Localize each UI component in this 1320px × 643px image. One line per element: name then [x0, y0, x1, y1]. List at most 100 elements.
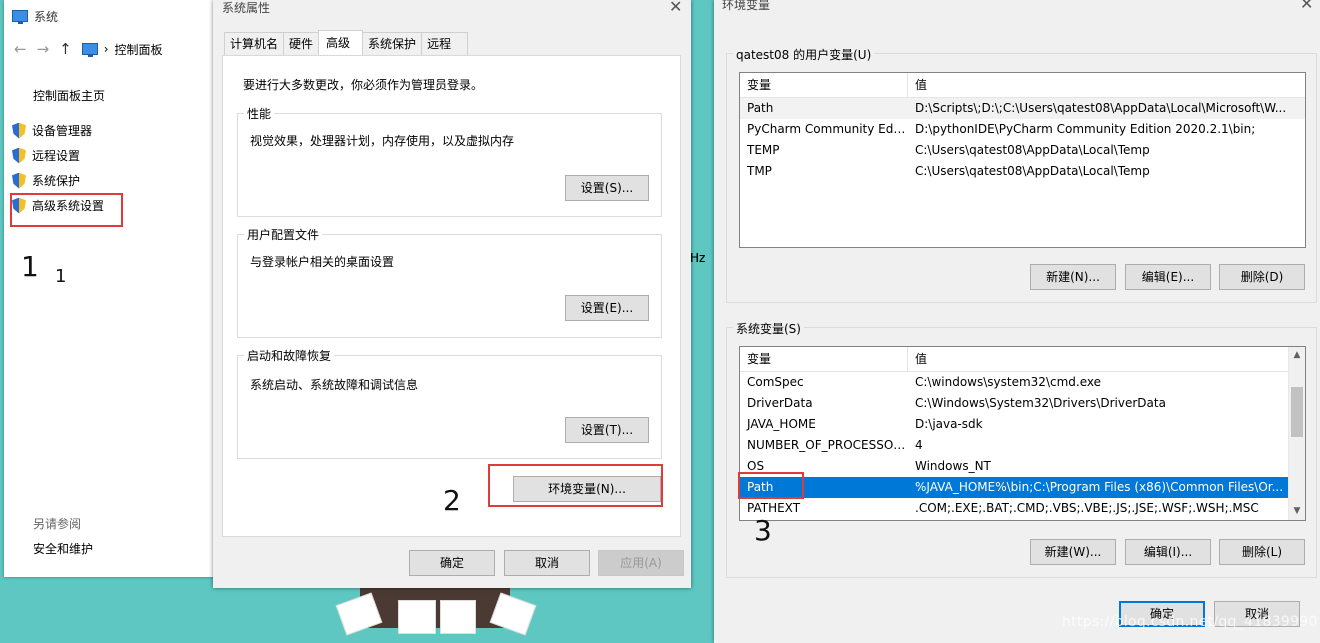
- user-variables-panel: qatest08 的用户变量(U) 变量 值 Path D:\Scripts\;D…: [726, 46, 1317, 303]
- sidebar-item-remote-settings[interactable]: 远程设置: [12, 143, 105, 168]
- desktop-figure-block: [398, 600, 436, 634]
- tab-hardware[interactable]: 硬件: [283, 32, 320, 55]
- table-row[interactable]: PATHEXT .COM;.EXE;.BAT;.CMD;.VBS;.VBE;.JS…: [740, 498, 1288, 519]
- column-header-variable[interactable]: 变量: [740, 73, 908, 97]
- table-row[interactable]: ComSpec C:\windows\system32\cmd.exe: [740, 372, 1288, 393]
- sidebar-item-label: 系统保护: [32, 174, 81, 188]
- sidebar-item-label: 远程设置: [32, 149, 81, 163]
- group-label: 性能: [244, 105, 275, 122]
- table-row[interactable]: PyCharm Community Editi... D:\pythonIDE\P…: [740, 119, 1305, 140]
- scroll-down-icon[interactable]: ▼: [1289, 503, 1305, 520]
- system-variable-rows: ComSpec C:\windows\system32\cmd.exe Driver…: [740, 372, 1288, 519]
- table-row[interactable]: Path D:\Scripts\;D:\;C:\Users\qatest08\Ap…: [740, 98, 1305, 119]
- variable-name: NUMBER_OF_PROCESSORS: [747, 438, 908, 452]
- control-panel-home-link[interactable]: 控制面板主页: [12, 84, 105, 106]
- user-variables-label: qatest08 的用户变量(U): [733, 46, 875, 63]
- clipped-text-hz: Hz: [690, 251, 706, 265]
- variable-name: TEMP: [747, 143, 780, 157]
- system-delete-button[interactable]: 删除(L): [1219, 539, 1305, 565]
- system-variables-label: 系统变量(S): [733, 320, 804, 337]
- annotation-step-3: 3: [754, 514, 772, 547]
- breadcrumb[interactable]: › 控制面板: [81, 41, 163, 58]
- variable-value: Windows_NT: [915, 459, 991, 473]
- variable-name: Path: [747, 101, 774, 115]
- admin-note: 要进行大多数更改，你必须作为管理员登录。: [243, 78, 484, 92]
- up-arrow-icon[interactable]: ↑: [59, 40, 72, 58]
- control-panel-home-label: 控制面板主页: [33, 88, 106, 103]
- close-icon[interactable]: ✕: [669, 0, 682, 16]
- group-startup-recovery: 启动和故障恢复 系统启动、系统故障和调试信息 设置(T)...: [237, 347, 662, 459]
- sidebar-item-label: 设备管理器: [32, 124, 93, 138]
- group-description: 系统启动、系统故障和调试信息: [250, 378, 419, 392]
- forward-arrow-icon[interactable]: →: [37, 40, 50, 58]
- sidebar-item-system-protection[interactable]: 系统保护: [12, 168, 105, 193]
- startup-settings-button[interactable]: 设置(T)...: [565, 417, 649, 443]
- system-window-title: 系统: [34, 9, 59, 24]
- table-row[interactable]: TMP C:\Users\qatest08\AppData\Local\Temp: [740, 161, 1305, 182]
- user-profile-settings-button[interactable]: 设置(E)...: [565, 295, 649, 321]
- group-user-profiles: 用户配置文件 与登录帐户相关的桌面设置 设置(E)...: [237, 226, 662, 338]
- system-edit-button[interactable]: 编辑(I)...: [1125, 539, 1211, 565]
- variable-name: TMP: [747, 164, 772, 178]
- vertical-scrollbar[interactable]: ▲ ▼: [1288, 347, 1305, 520]
- table-row[interactable]: Path %JAVA_HOME%\bin;C:\Program Files (x8…: [740, 477, 1288, 498]
- variable-name: ComSpec: [747, 375, 804, 389]
- sidebar-item-device-manager[interactable]: 设备管理器: [12, 118, 105, 143]
- user-delete-button[interactable]: 删除(D): [1219, 264, 1305, 290]
- tab-strip: 计算机名 硬件 高级 系统保护 远程: [224, 30, 469, 55]
- table-row[interactable]: JAVA_HOME D:\java-sdk: [740, 414, 1288, 435]
- system-new-button[interactable]: 新建(W)...: [1030, 539, 1116, 565]
- column-header-value[interactable]: 值: [908, 347, 927, 371]
- list-header: 变量 值: [740, 73, 1305, 98]
- watermark: https://blog.csdn.net/qq_41839990: [1062, 614, 1318, 630]
- variable-value: .COM;.EXE;.BAT;.CMD;.VBS;.VBE;.JS;.JSE;.…: [915, 501, 1259, 515]
- scrollbar-thumb[interactable]: [1291, 387, 1303, 437]
- apply-button[interactable]: 应用(A): [598, 550, 684, 576]
- cancel-button[interactable]: 取消: [504, 550, 590, 576]
- variable-name: PyCharm Community Editi...: [747, 122, 908, 136]
- environment-variables-dialog: 环境变量 ✕ qatest08 的用户变量(U) 变量 值 Path D:\Scr…: [714, 0, 1320, 643]
- annotation-box-advanced-settings: [10, 193, 123, 227]
- variable-value: C:\windows\system32\cmd.exe: [915, 375, 1101, 389]
- table-row[interactable]: DriverData C:\Windows\System32\Drivers\Dr…: [740, 393, 1288, 414]
- annotation-box-env-button: [488, 464, 663, 507]
- table-row[interactable]: NUMBER_OF_PROCESSORS 4: [740, 435, 1288, 456]
- close-icon[interactable]: ✕: [1300, 0, 1313, 13]
- group-label: 启动和故障恢复: [244, 347, 335, 364]
- back-arrow-icon[interactable]: ←: [14, 40, 27, 58]
- computer-icon: [81, 43, 98, 57]
- column-header-value[interactable]: 值: [908, 73, 927, 97]
- user-edit-button[interactable]: 编辑(E)...: [1125, 264, 1211, 290]
- annotation-box-path: [738, 472, 804, 499]
- nav-bar: ← → ↑ › 控制面板: [14, 38, 163, 60]
- tab-remote[interactable]: 远程: [421, 32, 469, 55]
- tab-system-protection[interactable]: 系统保护: [362, 32, 423, 55]
- uac-shield-icon: [12, 173, 26, 189]
- column-header-variable[interactable]: 变量: [740, 347, 908, 371]
- group-label: 用户配置文件: [244, 226, 323, 243]
- scroll-up-icon[interactable]: ▲: [1289, 347, 1305, 364]
- tab-computer-name[interactable]: 计算机名: [224, 32, 285, 55]
- system-window-titlebar: 系统: [12, 6, 58, 26]
- breadcrumb-control-panel[interactable]: 控制面板: [115, 41, 163, 58]
- variable-value: 4: [915, 438, 923, 452]
- list-header: 变量 值: [740, 347, 1288, 372]
- annotation-step-1-small: 1: [55, 266, 67, 287]
- variable-value: D:\pythonIDE\PyCharm Community Edition 2…: [915, 122, 1256, 136]
- user-new-button[interactable]: 新建(N)...: [1030, 264, 1116, 290]
- user-variables-list[interactable]: 变量 值 Path D:\Scripts\;D:\;C:\Users\qatest…: [739, 72, 1306, 248]
- table-row[interactable]: OS Windows_NT: [740, 456, 1288, 477]
- table-row[interactable]: TEMP C:\Users\qatest08\AppData\Local\Temp: [740, 140, 1305, 161]
- tab-advanced[interactable]: 高级: [318, 30, 364, 55]
- see-also-heading: 另请参阅: [33, 517, 82, 531]
- security-maintenance-link[interactable]: 安全和维护: [33, 540, 93, 557]
- computer-icon: [12, 10, 28, 24]
- variable-value: D:\java-sdk: [915, 417, 983, 431]
- variable-value: C:\Users\qatest08\AppData\Local\Temp: [915, 164, 1150, 178]
- performance-settings-button[interactable]: 设置(S)...: [565, 175, 649, 201]
- breadcrumb-separator: ›: [103, 42, 109, 56]
- system-variables-list[interactable]: 变量 值 ComSpec C:\windows\system32\cmd.exe D…: [739, 346, 1306, 521]
- ok-button[interactable]: 确定: [409, 550, 495, 576]
- annotation-step-1: 1: [21, 250, 39, 283]
- variable-value: D:\Scripts\;D:\;C:\Users\qatest08\AppDat…: [915, 101, 1287, 115]
